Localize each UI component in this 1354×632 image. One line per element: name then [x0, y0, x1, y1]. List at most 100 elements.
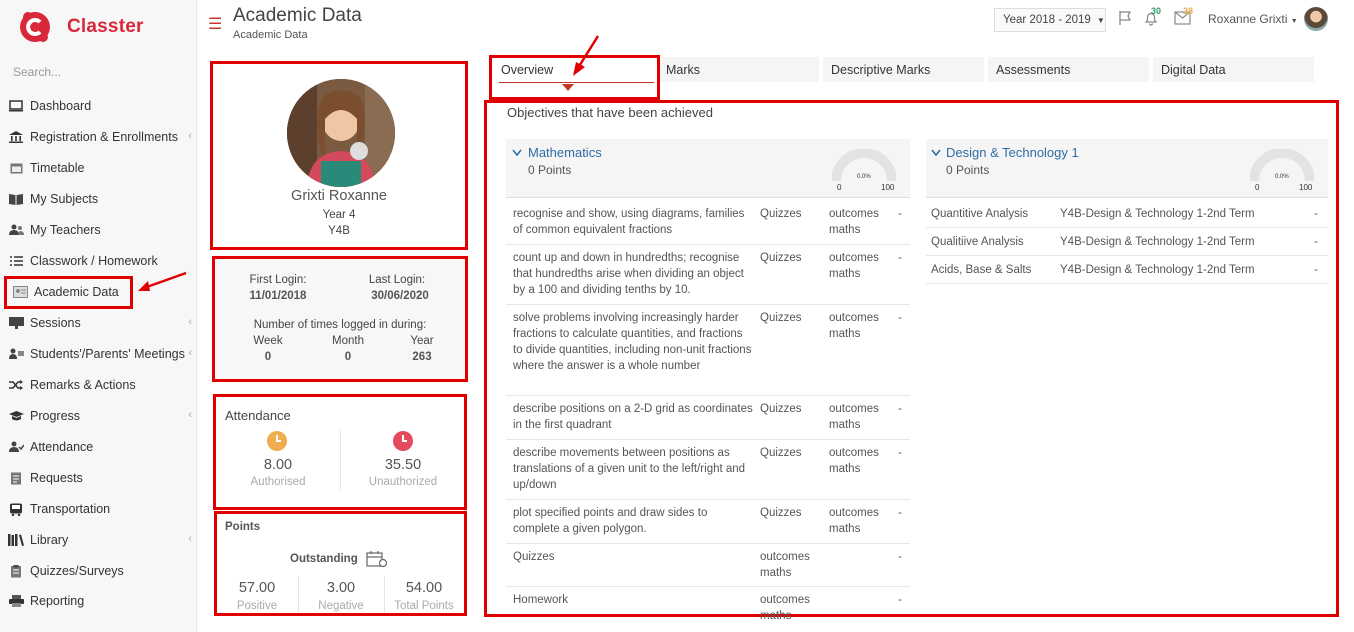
math-objective-value: -: [898, 594, 902, 606]
sidebar-item-dashboard[interactable]: Dashboard: [8, 93, 196, 119]
sidebar-item-label: Classwork / Homework: [30, 254, 158, 268]
math-points: 0 Points: [528, 163, 572, 177]
chevron-left-icon[interactable]: ‹: [188, 130, 192, 142]
breadcrumb[interactable]: Academic Data: [233, 29, 308, 41]
unauthorized-label: Unauthorized: [368, 476, 438, 488]
flag-icon[interactable]: [1117, 10, 1133, 26]
tab-marks[interactable]: Marks: [658, 57, 819, 82]
active-tab-caret-icon: [562, 84, 574, 91]
chevron-left-icon[interactable]: ‹: [188, 347, 192, 359]
math-objective-value: -: [898, 551, 902, 563]
tab-descriptive-marks[interactable]: Descriptive Marks: [823, 57, 984, 82]
math-title[interactable]: Mathematics: [528, 145, 602, 160]
calendar-gear-icon[interactable]: [366, 550, 388, 568]
chevron-left-icon[interactable]: ‹: [188, 316, 192, 328]
math-gauge-min: 0: [837, 183, 842, 192]
design-gauge-max: 100: [1299, 183, 1313, 192]
user-name: Roxanne Grixti: [1208, 12, 1288, 26]
design-objective-description: Qualitiive Analysis: [931, 236, 1024, 248]
attendance-divider: [340, 430, 341, 490]
row-divider: [506, 439, 910, 440]
sidebar-item-my-teachers[interactable]: My Teachers: [8, 217, 196, 243]
sidebar-item-label: Reporting: [30, 594, 85, 608]
sidebar-item-reporting[interactable]: Reporting: [8, 588, 196, 614]
design-title[interactable]: Design & Technology 1: [946, 145, 1079, 160]
chevron-down-icon[interactable]: [512, 149, 522, 157]
chevron-left-icon[interactable]: ‹: [188, 409, 192, 421]
math-objective-category: outcomes maths: [829, 507, 879, 535]
presentation-icon: [8, 316, 24, 330]
row-divider: [506, 304, 910, 305]
sidebar-item-label: My Teachers: [30, 223, 101, 237]
clock-authorised-icon: [267, 431, 287, 451]
user-menu[interactable]: Roxanne Grixti ▼: [1208, 12, 1298, 26]
graduation-cap-icon: [8, 409, 24, 423]
math-objective-value: -: [898, 208, 902, 220]
sidebar-item-attendance[interactable]: Attendance: [8, 434, 196, 460]
design-objective-value: -: [1314, 264, 1318, 276]
classter-logo-icon[interactable]: [18, 10, 52, 44]
math-objective-type: Quizzes: [760, 403, 802, 415]
sidebar-item-transportation[interactable]: Transportation: [8, 496, 196, 522]
red-arrow-icon: [138, 271, 187, 291]
year-label: Year: [410, 335, 434, 347]
sidebar-item-registration-enrollments[interactable]: Registration & Enrollments ‹: [8, 124, 196, 150]
row-divider: [926, 227, 1328, 228]
year-value: 263: [412, 351, 432, 363]
tab-assessments[interactable]: Assessments: [988, 57, 1149, 82]
design-objective-description: Quantitive Analysis: [931, 208, 1029, 220]
users-icon: [8, 223, 24, 237]
math-gauge-value: 0.0%: [857, 174, 871, 180]
caret-down-icon: ▼: [1290, 18, 1298, 25]
sidebar-item-quizzes-surveys[interactable]: Quizzes/Surveys: [8, 558, 196, 584]
sidebar-item-sessions[interactable]: Sessions ‹: [8, 310, 196, 336]
sidebar-item-remarks-actions[interactable]: Remarks & Actions: [8, 372, 196, 398]
first-login-label: First Login:: [249, 274, 307, 286]
student-name: Grixti Roxanne: [291, 188, 387, 204]
math-objective-description: count up and down in hundredths; recogni…: [513, 252, 744, 296]
math-objective-type: Quizzes: [760, 507, 802, 519]
math-objective-category: outcomes maths: [829, 252, 879, 280]
hamburger-menu-icon[interactable]: ☰: [208, 14, 222, 34]
year-select-value: Year 2018 - 2019: [1003, 14, 1091, 26]
book-icon: [8, 192, 24, 206]
app-name[interactable]: Classter: [67, 16, 144, 38]
chevron-left-icon[interactable]: ‹: [188, 533, 192, 545]
math-objective-category: outcomes maths: [829, 403, 879, 431]
math-objective-category: outcomes maths: [829, 447, 879, 475]
sidebar-item-requests[interactable]: Requests: [8, 465, 196, 491]
unauthorized-value: 35.50: [384, 457, 422, 473]
math-objective-description: solve problems involving increasingly ha…: [513, 312, 752, 372]
year-select[interactable]: Year 2018 - 2019 ▼: [994, 8, 1106, 32]
page-title: Academic Data: [233, 5, 362, 26]
sidebar-item-library[interactable]: Library ‹: [8, 527, 196, 553]
design-objective-term: Y4B-Design & Technology 1-2nd Term: [1060, 236, 1255, 248]
search-input[interactable]: Search...: [13, 65, 61, 79]
shuffle-icon: [8, 378, 24, 392]
bank-icon: [8, 130, 24, 144]
sidebar-item-progress[interactable]: Progress ‹: [8, 403, 196, 429]
sidebar-item-students-parents-meetings[interactable]: Students'/Parents' Meetings ‹: [8, 341, 196, 367]
sidebar-item-timetable[interactable]: Timetable: [8, 155, 196, 181]
math-objective-description: describe movements between positions as …: [513, 447, 746, 491]
sidebar-item-label: Requests: [30, 471, 83, 485]
design-gauge-min: 0: [1255, 183, 1260, 192]
clock-unauthorized-icon: [393, 431, 413, 451]
sidebar-item-my-subjects[interactable]: My Subjects: [8, 186, 196, 212]
sidebar-item-label: Transportation: [30, 502, 111, 516]
user-avatar[interactable]: [1304, 7, 1328, 31]
chevron-down-icon[interactable]: [931, 149, 941, 157]
design-objective-value: -: [1314, 208, 1318, 220]
library-icon: [8, 533, 24, 547]
authorised-value: 8.00: [263, 457, 293, 473]
positive-label: Positive: [236, 600, 278, 612]
math-objective-value: -: [898, 252, 902, 264]
math-objective-description: Quizzes: [513, 551, 555, 563]
row-divider: [926, 283, 1328, 284]
design-objective-term: Y4B-Design & Technology 1-2nd Term: [1060, 264, 1255, 276]
tab-digital-data[interactable]: Digital Data: [1153, 57, 1314, 82]
math-objective-value: -: [898, 447, 902, 459]
math-objective-description: describe positions on a 2-D grid as coor…: [513, 403, 753, 431]
month-label: Month: [332, 335, 364, 347]
sidebar-item-label: Timetable: [30, 161, 85, 175]
